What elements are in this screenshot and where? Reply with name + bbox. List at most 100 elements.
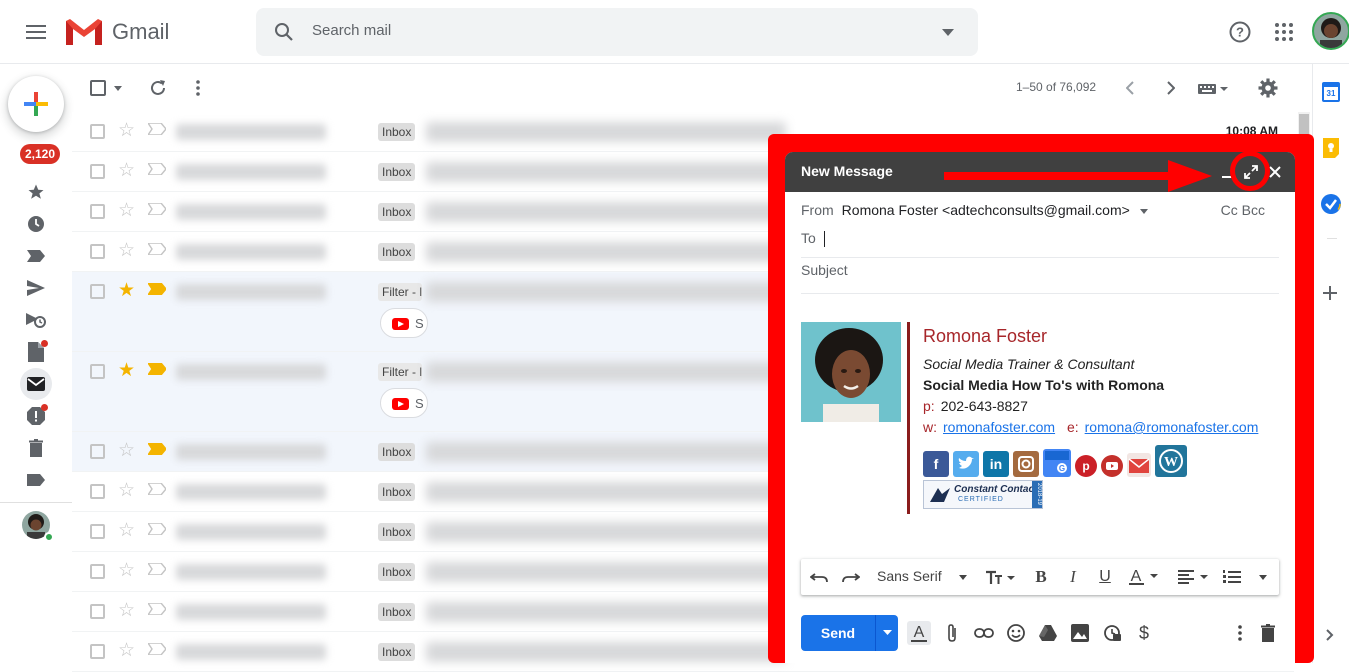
gmail-logo[interactable]: Gmail [64, 14, 169, 50]
pinterest-icon[interactable]: p [1075, 455, 1097, 477]
more-options-icon[interactable] [196, 80, 200, 96]
youtube-icon[interactable] [1101, 455, 1123, 477]
undo-icon[interactable] [809, 565, 829, 589]
label-chip[interactable]: Filter - l [378, 363, 422, 381]
youtube-attachment-chip[interactable]: S [380, 388, 428, 418]
drafts-icon[interactable] [20, 336, 52, 368]
youtube-attachment-chip[interactable]: S [380, 308, 428, 338]
row-checkbox[interactable] [90, 204, 105, 219]
row-checkbox[interactable] [90, 644, 105, 659]
label-chip[interactable]: Inbox [378, 603, 416, 621]
more-compose-options-icon[interactable] [1228, 621, 1252, 645]
confidential-mode-icon[interactable] [1100, 621, 1124, 645]
from-dropdown-icon[interactable] [1139, 208, 1148, 214]
starred-icon[interactable] [20, 176, 52, 208]
search-input[interactable] [312, 22, 912, 39]
send-options-button[interactable] [875, 615, 898, 651]
row-checkbox[interactable] [90, 524, 105, 539]
row-checkbox[interactable] [90, 484, 105, 499]
insert-emoji-icon[interactable] [1004, 621, 1028, 645]
label-chip[interactable]: Inbox [378, 443, 416, 461]
more-formatting-icon[interactable] [1255, 565, 1271, 589]
bold-icon[interactable]: B [1031, 565, 1051, 589]
importance-marker-icon[interactable] [148, 283, 166, 295]
website-link[interactable]: romonafoster.com [943, 419, 1055, 435]
tasks-icon[interactable] [1321, 194, 1341, 214]
row-checkbox[interactable] [90, 444, 105, 459]
redo-icon[interactable] [841, 565, 861, 589]
formatting-options-icon[interactable]: A [907, 621, 931, 645]
add-addon-icon[interactable] [1323, 286, 1337, 300]
underline-icon[interactable]: U [1095, 565, 1115, 589]
input-tools-icon[interactable] [1198, 83, 1228, 95]
row-checkbox[interactable] [90, 244, 105, 259]
align-icon[interactable] [1177, 565, 1211, 589]
importance-marker-icon[interactable] [148, 643, 166, 655]
spam-icon[interactable] [20, 400, 52, 432]
linkedin-icon[interactable]: in [983, 451, 1009, 477]
from-field[interactable]: From Romona Foster <adtechconsults@gmail.… [801, 202, 1279, 226]
font-select[interactable]: Sans Serif [877, 568, 942, 584]
row-checkbox[interactable] [90, 284, 105, 299]
important-icon[interactable] [20, 240, 52, 272]
label-chip[interactable]: Inbox [378, 243, 416, 261]
sent-icon[interactable] [20, 272, 52, 304]
importance-marker-icon[interactable] [148, 243, 166, 255]
text-color-icon[interactable]: A [1127, 565, 1161, 589]
to-field[interactable]: To [801, 230, 1279, 258]
email-icon[interactable] [1127, 453, 1151, 477]
row-checkbox[interactable] [90, 164, 105, 179]
importance-marker-icon[interactable] [148, 363, 166, 375]
inbox-icon[interactable] [20, 368, 52, 400]
instagram-icon[interactable] [1013, 451, 1039, 477]
importance-marker-icon[interactable] [148, 123, 166, 135]
star-icon[interactable]: ☆ [118, 441, 135, 461]
importance-marker-icon[interactable] [148, 203, 166, 215]
send-button[interactable]: Send [801, 615, 875, 651]
row-checkbox[interactable] [90, 564, 105, 579]
numbered-list-icon[interactable] [1221, 565, 1243, 589]
email-link[interactable]: romona@romonafoster.com [1085, 419, 1259, 435]
row-checkbox[interactable] [90, 604, 105, 619]
row-checkbox[interactable] [90, 124, 105, 139]
search-icon[interactable] [274, 22, 294, 42]
importance-marker-icon[interactable] [148, 523, 166, 535]
label-icon[interactable] [20, 464, 52, 496]
insert-link-icon[interactable] [972, 621, 996, 645]
star-icon[interactable]: ☆ [118, 561, 135, 581]
importance-marker-icon[interactable] [148, 483, 166, 495]
trash-icon[interactable] [20, 432, 52, 464]
star-icon[interactable]: ☆ [118, 601, 135, 621]
scheduled-icon[interactable] [20, 304, 52, 336]
select-dropdown-icon[interactable] [114, 86, 122, 91]
importance-marker-icon[interactable] [148, 603, 166, 615]
star-icon[interactable]: ☆ [118, 201, 135, 221]
help-icon[interactable]: ? [1220, 12, 1260, 52]
star-icon[interactable]: ☆ [118, 521, 135, 541]
apps-grid-icon[interactable] [1264, 12, 1304, 52]
facebook-icon[interactable]: f [923, 451, 949, 477]
star-icon[interactable]: ☆ [118, 481, 135, 501]
star-icon[interactable]: ☆ [118, 641, 135, 661]
wordpress-icon[interactable]: W [1155, 445, 1187, 477]
google-drive-icon[interactable] [1036, 621, 1060, 645]
subject-field[interactable] [801, 262, 1279, 294]
star-icon[interactable]: ☆ [118, 121, 135, 141]
search-bar[interactable] [256, 8, 978, 56]
label-chip[interactable]: Inbox [378, 123, 416, 141]
discard-draft-icon[interactable] [1256, 621, 1280, 645]
label-chip[interactable]: Inbox [378, 523, 416, 541]
account-avatar[interactable] [1312, 12, 1349, 50]
importance-marker-icon[interactable] [148, 443, 166, 455]
cc-bcc-link[interactable]: Cc Bcc [1221, 202, 1265, 218]
expand-panel-icon[interactable] [1326, 629, 1334, 641]
italic-icon[interactable]: I [1063, 565, 1083, 589]
label-chip[interactable]: Inbox [378, 643, 416, 661]
label-chip[interactable]: Inbox [378, 483, 416, 501]
twitter-icon[interactable] [953, 451, 979, 477]
subject-input[interactable] [801, 262, 1201, 278]
insert-photo-icon[interactable] [1068, 621, 1092, 645]
select-all-checkbox[interactable] [90, 80, 106, 96]
star-icon[interactable]: ☆ [118, 241, 135, 261]
star-icon[interactable]: ★ [118, 361, 135, 381]
